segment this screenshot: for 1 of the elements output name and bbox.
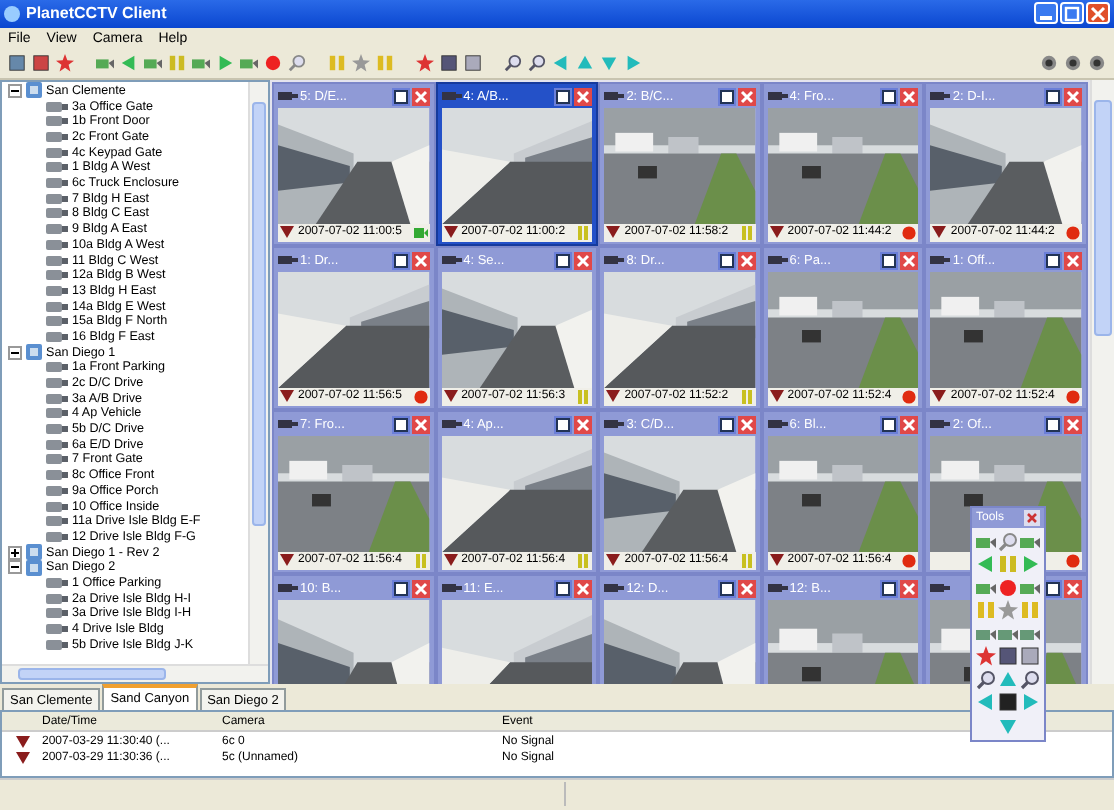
window-title: PlanetCCTV Client bbox=[26, 4, 169, 23]
